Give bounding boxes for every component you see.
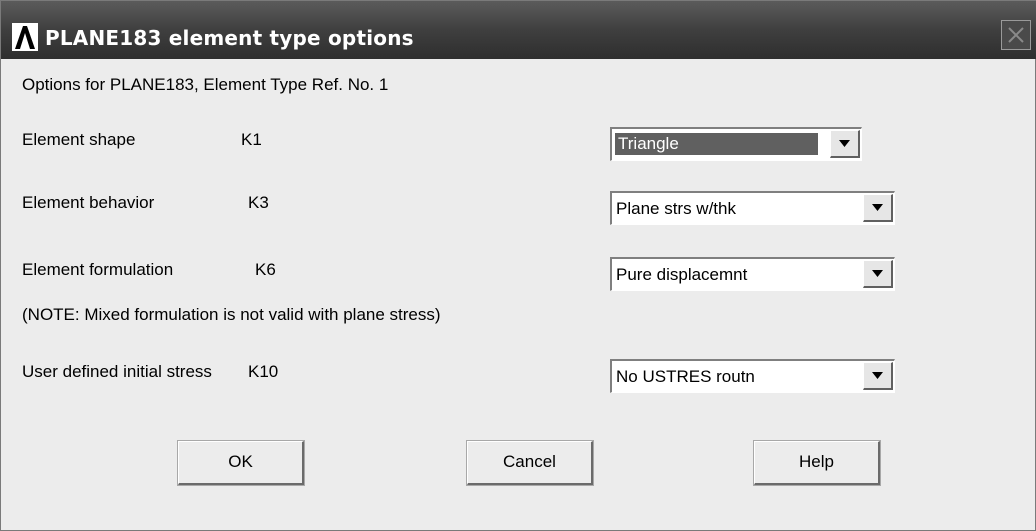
element-behavior-value: Plane strs w/thk	[616, 199, 736, 218]
initial-stress-value: No USTRES routn	[616, 367, 755, 386]
chevron-down-icon	[872, 204, 883, 211]
element-behavior-key: K3	[248, 193, 269, 212]
options-header: Options for PLANE183, Element Type Ref. …	[22, 75, 389, 94]
cancel-button[interactable]: Cancel	[466, 440, 594, 486]
title-bar[interactable]: PLANE183 element type options	[1, 1, 1036, 59]
element-shape-select[interactable]: Triangle	[610, 127, 862, 161]
formulation-note: (NOTE: Mixed formulation is not valid wi…	[22, 305, 441, 324]
initial-stress-select[interactable]: No USTRES routn	[610, 359, 895, 393]
close-button[interactable]	[1001, 20, 1031, 50]
initial-stress-label: User defined initial stress	[22, 362, 212, 381]
element-shape-key: K1	[241, 130, 262, 149]
initial-stress-key: K10	[248, 362, 279, 381]
dropdown-button[interactable]	[863, 362, 893, 390]
element-formulation-key: K6	[255, 260, 276, 279]
element-behavior-select[interactable]: Plane strs w/thk	[610, 191, 895, 225]
dropdown-button[interactable]	[863, 260, 893, 288]
window-title: PLANE183 element type options	[45, 26, 414, 50]
chevron-down-icon	[872, 270, 883, 277]
help-button[interactable]: Help	[753, 440, 881, 486]
dropdown-button[interactable]	[830, 130, 860, 158]
element-formulation-select[interactable]: Pure displacemnt	[610, 257, 895, 291]
dropdown-button[interactable]	[863, 194, 893, 222]
ansys-logo-icon	[12, 23, 38, 51]
element-type-options-dialog: PLANE183 element type options Options fo…	[0, 0, 1036, 531]
close-icon	[1008, 27, 1024, 43]
element-shape-label: Element shape	[22, 130, 136, 149]
chevron-down-icon	[872, 372, 883, 379]
element-formulation-value: Pure displacemnt	[616, 265, 748, 284]
element-formulation-label: Element formulation	[22, 260, 174, 279]
element-shape-value: Triangle	[615, 133, 818, 155]
ok-button[interactable]: OK	[177, 440, 305, 486]
element-behavior-label: Element behavior	[22, 193, 155, 212]
chevron-down-icon	[839, 140, 850, 147]
